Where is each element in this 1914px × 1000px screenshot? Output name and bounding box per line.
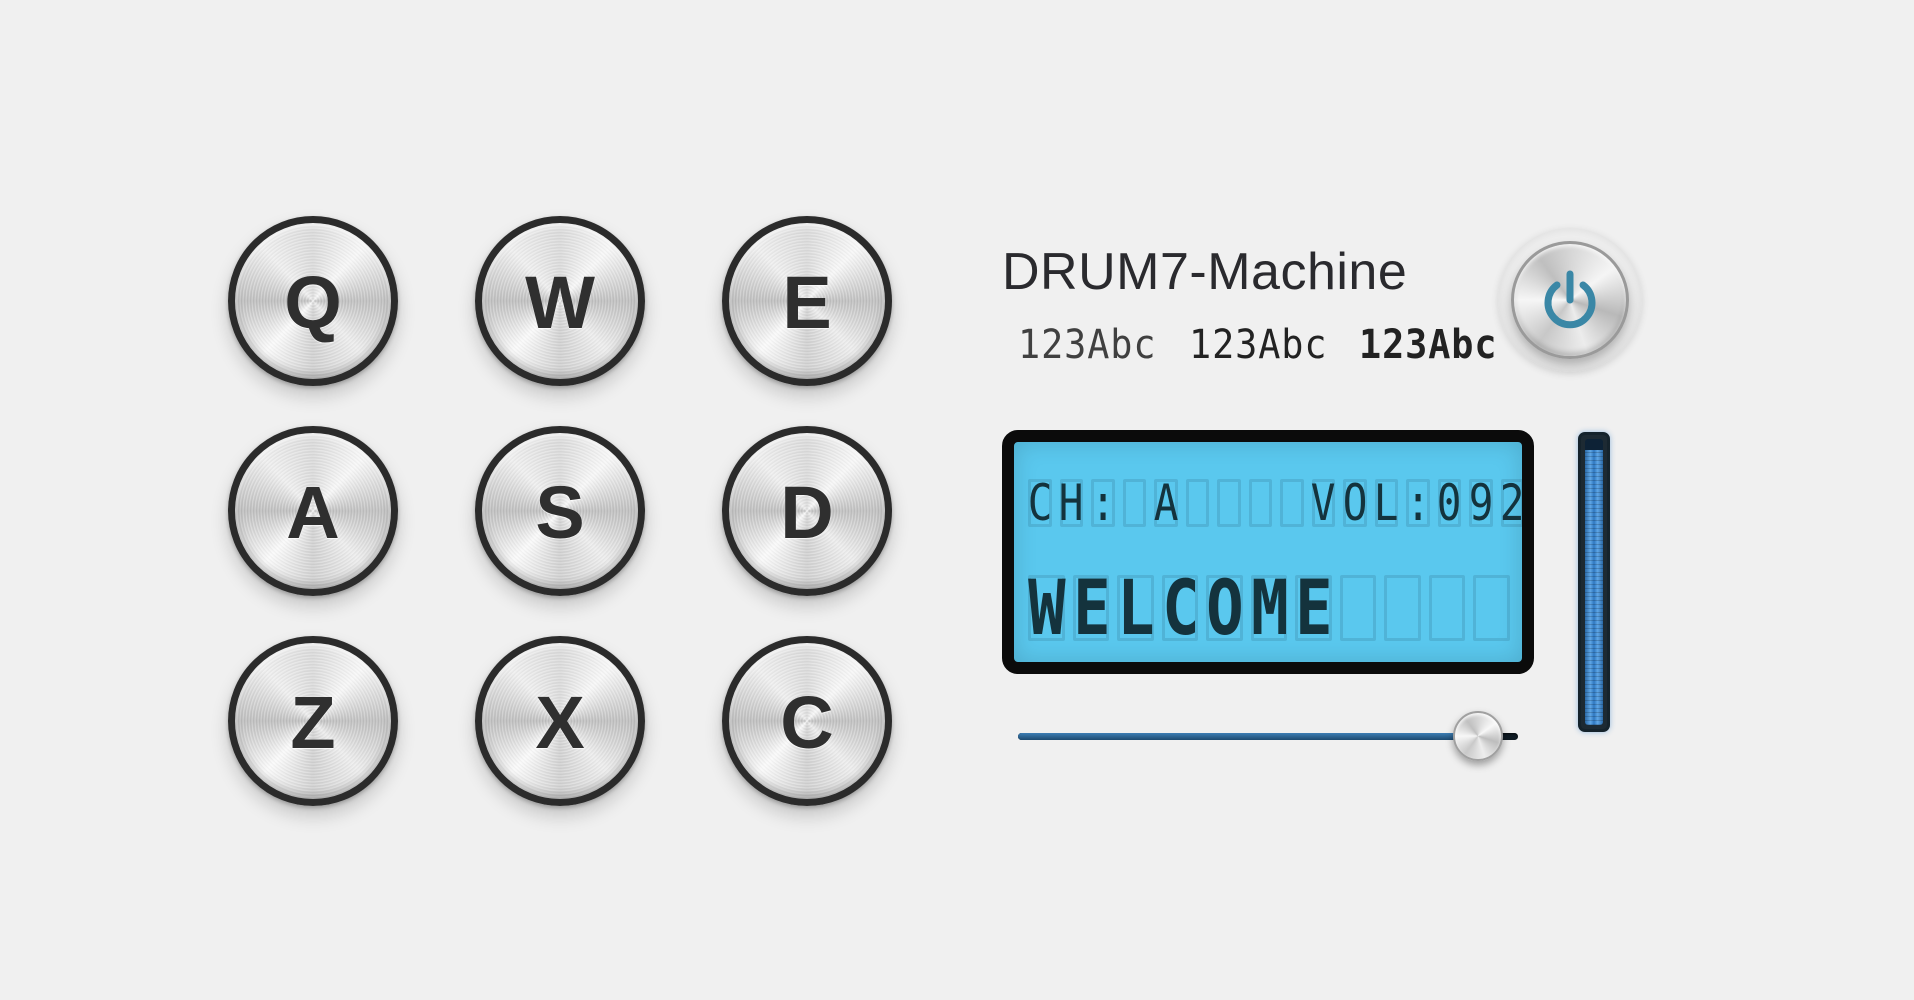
- drum-pad-label: X: [535, 681, 585, 764]
- lcd-cell: E: [1291, 570, 1336, 646]
- lcd-cell: M: [1247, 570, 1292, 646]
- lcd-cell: :: [1087, 476, 1119, 530]
- drum-machine-app: QWEASDZXC DRUM7-Machine 123Abc 123Abc 12…: [0, 0, 1914, 1000]
- lcd-cell: E: [1069, 570, 1114, 646]
- font-sample-bold: 123Abc: [1359, 322, 1498, 368]
- lcd-cell: :: [1402, 476, 1434, 530]
- drum-pad-x[interactable]: X: [475, 636, 645, 806]
- drum-pad-w[interactable]: W: [475, 216, 645, 386]
- lcd-cell: A: [1150, 476, 1182, 530]
- lcd-cell: [1119, 476, 1151, 530]
- drum-pad-label: S: [535, 471, 585, 554]
- lcd-cell: 2: [1497, 476, 1522, 530]
- level-meter-fill: [1585, 450, 1603, 725]
- lcd-cell: H: [1056, 476, 1088, 530]
- font-samples: 123Abc 123Abc 123Abc: [1018, 322, 1510, 368]
- drum-pad-label: W: [525, 261, 595, 344]
- lcd-cell: V: [1308, 476, 1340, 530]
- lcd-line-1: CH: A VOL:092CH:AVOL:092: [1024, 476, 1522, 530]
- lcd-line-2: WELCOME WELCOME: [1024, 570, 1514, 646]
- font-sample-regular: 123Abc: [1188, 322, 1327, 368]
- volume-slider-fill: [1018, 733, 1478, 740]
- lcd-cell: [1380, 572, 1425, 644]
- drum-pad-label: A: [286, 471, 340, 554]
- lcd-cell: 9: [1465, 476, 1497, 530]
- drum-pad-label: D: [780, 471, 834, 554]
- lcd-cell: L: [1113, 570, 1158, 646]
- drum-pad-a[interactable]: A: [228, 426, 398, 596]
- lcd-cell: [1245, 476, 1277, 530]
- lcd-cell: [1469, 572, 1514, 644]
- app-title: DRUM7-Machine: [1002, 243, 1408, 301]
- level-meter: [1578, 432, 1610, 732]
- lcd-cell: [1336, 572, 1381, 644]
- lcd-cell: [1425, 572, 1470, 644]
- lcd-cell: [1276, 476, 1308, 530]
- lcd-cell: W: [1024, 570, 1069, 646]
- drum-pad-c[interactable]: C: [722, 636, 892, 806]
- lcd-cell: C: [1158, 570, 1203, 646]
- drum-pad-label: C: [780, 681, 834, 764]
- lcd-cell: C: [1024, 476, 1056, 530]
- drum-pad-z[interactable]: Z: [228, 636, 398, 806]
- drum-pad-label: E: [782, 261, 832, 344]
- drum-pad-d[interactable]: D: [722, 426, 892, 596]
- lcd-cell: O: [1339, 476, 1371, 530]
- volume-slider-track[interactable]: [1018, 733, 1518, 740]
- lcd-cell: L: [1371, 476, 1403, 530]
- lcd-cell: O: [1202, 570, 1247, 646]
- drum-pad-s[interactable]: S: [475, 426, 645, 596]
- volume-slider-thumb[interactable]: [1453, 711, 1503, 761]
- lcd-cell: [1182, 476, 1214, 530]
- volume-slider[interactable]: [1018, 711, 1518, 761]
- drum-pad-grid: Q W E A S D Z X C: [228, 216, 892, 806]
- font-sample-light: 123Abc: [1018, 322, 1157, 368]
- power-button[interactable]: [1511, 241, 1629, 359]
- power-button-bezel: [1498, 228, 1642, 372]
- power-icon: [1544, 270, 1596, 329]
- lcd-cell: 0: [1434, 476, 1466, 530]
- level-meter-track: [1585, 439, 1603, 725]
- drum-pad-label: Q: [284, 261, 342, 344]
- drum-pad-label: Z: [290, 681, 336, 764]
- drum-pad-e[interactable]: E: [722, 216, 892, 386]
- lcd-display: CH: A VOL:092CH:AVOL:092 WELCOME WELCOME: [1002, 430, 1534, 674]
- drum-pad-q[interactable]: Q: [228, 216, 398, 386]
- lcd-cell: [1213, 476, 1245, 530]
